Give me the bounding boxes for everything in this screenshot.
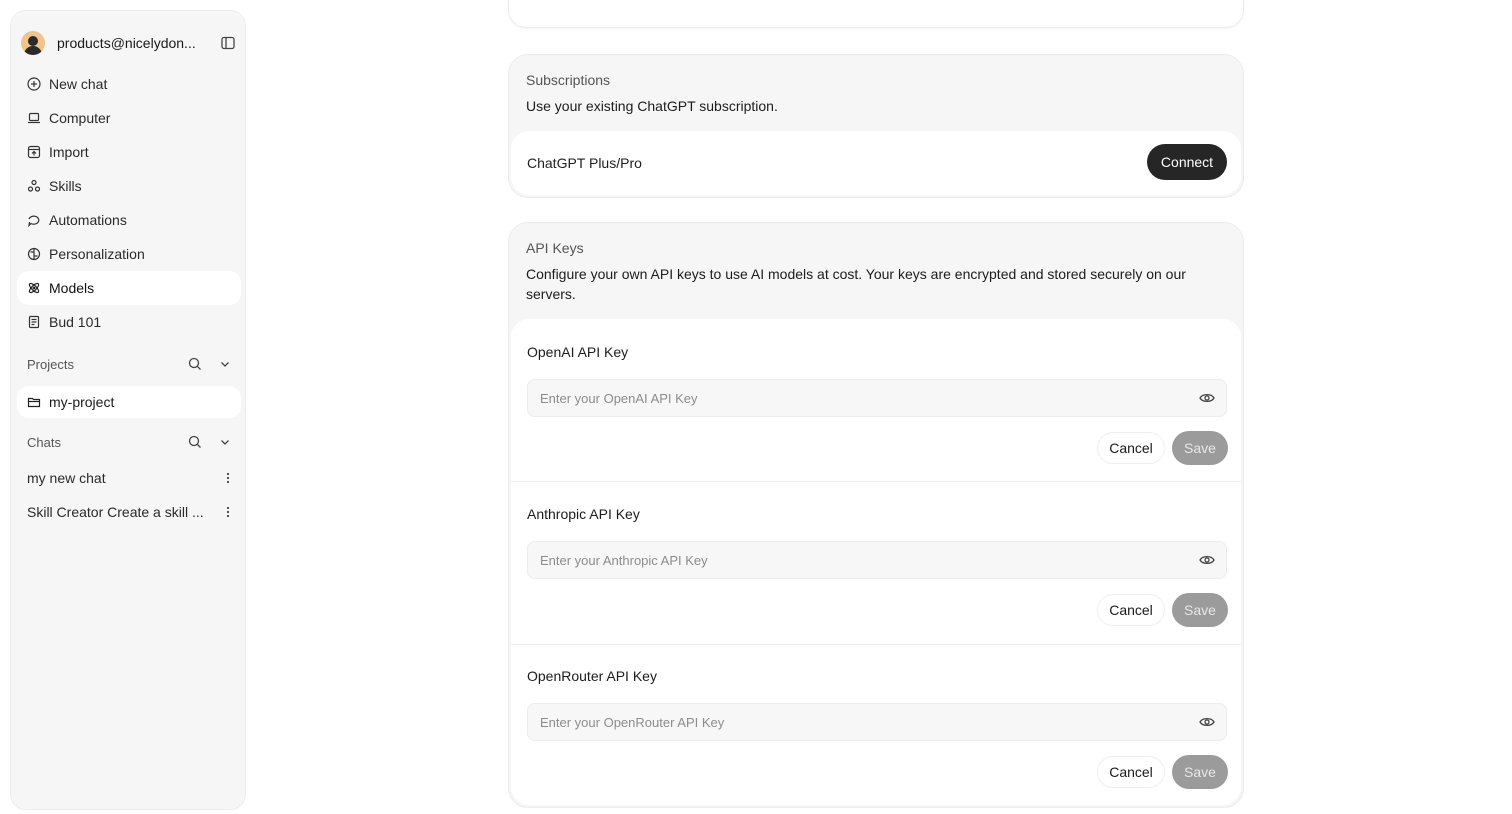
sidebar-item-models[interactable]: Models [17, 271, 241, 305]
previous-settings-card [508, 0, 1244, 28]
sidebar-item-label: New chat [49, 76, 108, 92]
cancel-button[interactable]: Cancel [1097, 432, 1165, 464]
sidebar-toggle-icon[interactable] [219, 34, 237, 52]
projects-title: Projects [27, 356, 74, 372]
sidebar-item-label: Personalization [49, 246, 145, 262]
openrouter-key-placeholder: Enter your OpenRouter API Key [540, 714, 725, 730]
projects-header: Projects [27, 354, 233, 374]
cancel-button[interactable]: Cancel [1097, 756, 1165, 788]
sidebar-item-import[interactable]: Import [17, 135, 241, 169]
openrouter-key-input[interactable]: Enter your OpenRouter API Key [527, 703, 1227, 741]
sidebar-item-skills[interactable]: Skills [17, 169, 241, 203]
api-keys-list: OpenAI API Key Enter your OpenAI API Key… [511, 319, 1241, 805]
brain-icon [27, 247, 41, 261]
chat-label: Skill Creator Create a skill ... [27, 504, 204, 520]
anthropic-key-title: Anthropic API Key [527, 506, 640, 522]
anthropic-key-placeholder: Enter your Anthropic API Key [540, 552, 708, 568]
chats-header: Chats [27, 432, 233, 452]
openrouter-key-block: OpenRouter API Key Enter your OpenRouter… [511, 645, 1241, 805]
import-icon [27, 145, 41, 159]
openai-key-block: OpenAI API Key Enter your OpenAI API Key… [511, 319, 1241, 481]
folder-icon [27, 395, 41, 409]
save-button[interactable]: Save [1172, 431, 1228, 465]
openai-key-placeholder: Enter your OpenAI API Key [540, 390, 698, 406]
automation-icon [27, 213, 41, 227]
search-icon[interactable] [187, 434, 203, 450]
sidebar-item-label: Automations [49, 212, 127, 228]
sidebar-item-computer[interactable]: Computer [17, 101, 241, 135]
anthropic-key-block: Anthropic API Key Enter your Anthropic A… [511, 482, 1241, 644]
eye-icon[interactable] [1198, 389, 1216, 407]
project-label: my-project [49, 394, 115, 410]
subscriptions-description: Use your existing ChatGPT subscription. [526, 98, 778, 114]
chat-item[interactable]: my new chat [27, 463, 233, 493]
chat-label: my new chat [27, 470, 106, 486]
sidebar-item-bud-101[interactable]: Bud 101 [17, 305, 241, 339]
api-keys-description: Configure your own API keys to use AI mo… [526, 266, 1186, 302]
skills-icon [27, 179, 41, 193]
sidebar-item-new-chat[interactable]: New chat [17, 67, 241, 101]
chats-title: Chats [27, 434, 61, 450]
subscriptions-label: Subscriptions [526, 72, 611, 88]
sidebar-item-label: Import [49, 144, 89, 160]
laptop-icon [27, 111, 41, 125]
sidebar: products@nicelydon... New chat Computer … [10, 10, 246, 810]
eye-icon[interactable] [1198, 713, 1216, 731]
subscription-row: ChatGPT Plus/Pro Connect [511, 131, 1241, 195]
chevron-down-icon[interactable] [217, 434, 233, 450]
save-button[interactable]: Save [1172, 593, 1228, 627]
subscriptions-panel: Subscriptions Use your existing ChatGPT … [508, 54, 1244, 198]
sidebar-item-label: Models [49, 280, 95, 296]
sidebar-item-label: Computer [49, 110, 111, 126]
cancel-button[interactable]: Cancel [1097, 594, 1165, 626]
chevron-down-icon[interactable] [217, 356, 233, 372]
sidebar-item-label: Bud 101 [49, 314, 102, 330]
anthropic-key-input[interactable]: Enter your Anthropic API Key [527, 541, 1227, 579]
api-keys-label: API Keys [526, 240, 584, 256]
sidebar-item-personalization[interactable]: Personalization [17, 237, 241, 271]
account-email: products@nicelydon... [57, 35, 196, 51]
api-keys-panel: API Keys Configure your own API keys to … [508, 222, 1244, 808]
project-item-my-project[interactable]: my-project [17, 386, 241, 418]
more-options-icon[interactable] [223, 472, 233, 484]
book-icon [27, 315, 41, 329]
sidebar-item-automations[interactable]: Automations [17, 203, 241, 237]
save-button[interactable]: Save [1172, 755, 1228, 789]
avatar [21, 31, 45, 55]
atom-icon [27, 281, 41, 295]
chat-item[interactable]: Skill Creator Create a skill ... [27, 497, 233, 527]
plus-circle-icon [27, 77, 41, 91]
sidebar-item-label: Skills [49, 178, 82, 194]
more-options-icon[interactable] [223, 506, 233, 518]
openai-key-title: OpenAI API Key [527, 344, 629, 360]
openrouter-key-title: OpenRouter API Key [527, 668, 657, 684]
subscription-name: ChatGPT Plus/Pro [527, 155, 642, 171]
account-switcher[interactable]: products@nicelydon... [21, 21, 237, 65]
connect-button[interactable]: Connect [1147, 144, 1227, 180]
sidebar-nav: New chat Computer Import Skills Automati… [17, 67, 241, 339]
openai-key-input[interactable]: Enter your OpenAI API Key [527, 379, 1227, 417]
eye-icon[interactable] [1198, 551, 1216, 569]
search-icon[interactable] [187, 356, 203, 372]
